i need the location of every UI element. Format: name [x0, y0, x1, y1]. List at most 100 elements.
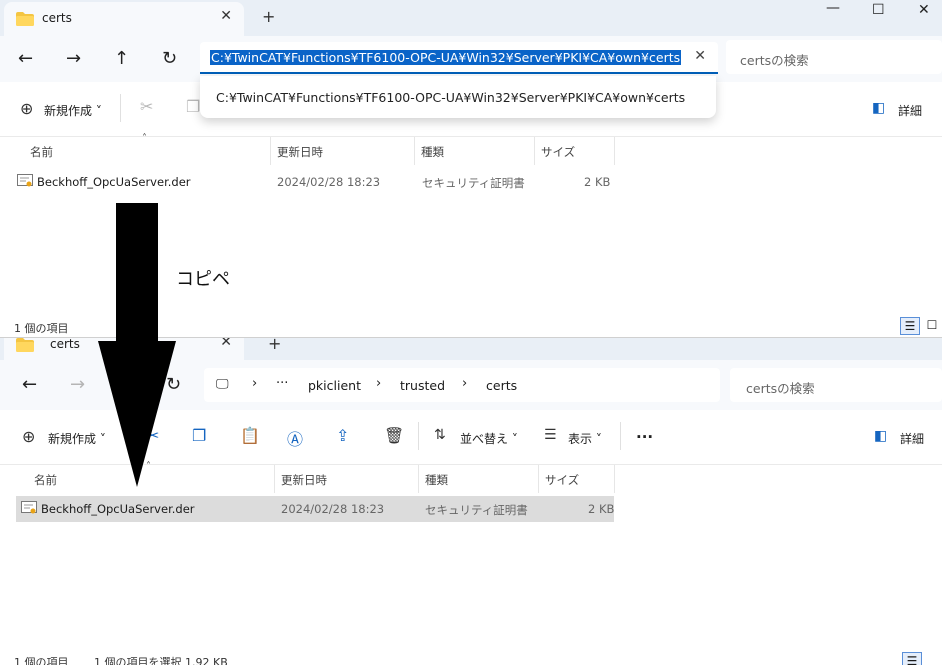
column-divider [534, 137, 535, 165]
file-type: セキュリティ証明書 [422, 176, 525, 190]
column-date[interactable]: 更新日時 [281, 472, 327, 488]
close-tab-icon[interactable]: ✕ [220, 336, 232, 350]
sort-button[interactable]: 並べ替え ˅ [460, 430, 518, 447]
details-button[interactable]: 詳細 [898, 102, 922, 119]
file-row[interactable]: Beckhoff_OpcUaServer.der 2024/02/28 18:2… [16, 496, 614, 522]
file-date: 2024/02/28 18:23 [277, 175, 381, 189]
certificate-file-icon [17, 174, 33, 187]
maximize-icon[interactable]: ☐ [872, 2, 885, 18]
breadcrumb-trusted[interactable]: trusted [400, 378, 445, 393]
details-pane-icon[interactable]: ◧ [874, 428, 887, 444]
status-count: 1 個の項目 [14, 656, 69, 665]
new-tab-icon[interactable]: + [262, 7, 275, 26]
close-tab-icon[interactable]: ✕ [220, 8, 232, 24]
address-input[interactable]: C:¥TwinCAT¥Functions¥TF6100-OPC-UA¥Win32… [200, 42, 718, 74]
address-value[interactable]: C:¥TwinCAT¥Functions¥TF6100-OPC-UA¥Win32… [210, 50, 682, 65]
chevron-right-icon[interactable]: › [376, 376, 381, 391]
rename-icon[interactable]: Ⓐ [287, 426, 303, 450]
view-label: 表示 [568, 432, 593, 446]
details-view-icon[interactable]: ☰ [900, 317, 920, 335]
title-bar: certs ✕ + — ☐ ✕ [0, 0, 942, 36]
column-type[interactable]: 種類 [425, 472, 448, 488]
file-name: Beckhoff_OpcUaServer.der [37, 175, 191, 189]
breadcrumb-more[interactable]: ··· [276, 376, 288, 391]
details-button[interactable]: 詳細 [900, 430, 924, 447]
refresh-icon[interactable]: ↻ [162, 48, 177, 69]
column-size[interactable]: サイズ [545, 472, 579, 488]
search-input[interactable]: certsの検索 [726, 40, 942, 74]
back-arrow-icon[interactable]: ← [22, 374, 37, 395]
new-label: 新規作成 [48, 432, 97, 446]
file-size: 2 KB [588, 502, 615, 516]
file-row[interactable]: Beckhoff_OpcUaServer.der 2024/02/28 18:2… [14, 169, 614, 195]
breadcrumb-certs[interactable]: certs [486, 378, 517, 393]
chevron-right-icon[interactable]: › [462, 376, 467, 391]
delete-icon[interactable]: 🗑 [384, 426, 404, 445]
column-header: 名前 ˄ 更新日時 種類 サイズ [0, 133, 942, 165]
new-button[interactable]: 新規作成 ˅ [44, 102, 102, 119]
paste-icon[interactable]: 📋 [240, 426, 260, 445]
plus-circle-icon[interactable]: ⊕ [22, 427, 35, 446]
search-placeholder: certsの検索 [740, 53, 809, 68]
view-icon[interactable]: ☰ [544, 427, 557, 443]
new-label: 新規作成 [44, 104, 93, 118]
file-name: Beckhoff_OpcUaServer.der [41, 502, 195, 516]
column-name[interactable]: 名前 [34, 472, 57, 488]
search-placeholder: certsの検索 [746, 381, 815, 396]
toolbar-divider [120, 94, 121, 122]
back-arrow-icon[interactable]: ← [18, 48, 33, 69]
clear-address-icon[interactable]: ✕ [694, 48, 706, 64]
sort-chevron-icon: ˄ [142, 133, 147, 144]
column-divider [414, 137, 415, 165]
view-button[interactable]: 表示 ˅ [568, 430, 602, 447]
toolbar-divider [418, 422, 419, 450]
details-pane-icon[interactable]: ◧ [872, 100, 885, 116]
certificate-file-icon [21, 501, 37, 514]
close-window-icon[interactable]: ✕ [918, 2, 930, 18]
copy-icon[interactable]: ❐ [186, 97, 200, 116]
new-tab-icon[interactable]: + [268, 336, 281, 353]
folder-icon [16, 12, 34, 26]
tiles-view-icon[interactable]: ☐ [922, 317, 942, 335]
tab-title: certs [42, 11, 72, 25]
minimize-icon[interactable]: — [826, 0, 840, 16]
folder-icon [16, 338, 34, 352]
status-count: 1 個の項目 [14, 322, 69, 335]
column-divider [270, 137, 271, 165]
sort-label: 並べ替え [460, 432, 509, 446]
column-date[interactable]: 更新日時 [277, 144, 323, 160]
tab-title: certs [50, 337, 80, 351]
sort-icon[interactable]: ⇅ [434, 427, 446, 443]
column-divider [614, 465, 615, 493]
breadcrumb-bar[interactable]: 🖵 › ··· pkiclient › trusted › certs [204, 368, 720, 402]
address-suggestion[interactable]: C:¥TwinCAT¥Functions¥TF6100-OPC-UA¥Win32… [200, 76, 716, 118]
details-view-icon[interactable]: ☰ [902, 652, 922, 665]
column-name[interactable]: 名前 [30, 144, 53, 160]
column-type[interactable]: 種類 [421, 144, 444, 160]
computer-icon[interactable]: 🖵 [216, 377, 229, 392]
column-divider [418, 465, 419, 493]
column-divider [538, 465, 539, 493]
file-size: 2 KB [584, 175, 611, 189]
more-options-button[interactable]: ··· [636, 428, 653, 446]
cut-icon[interactable]: ✂ [140, 97, 153, 116]
status-selected: 1 個の項目を選択 1.92 KB [94, 656, 228, 665]
file-type: セキュリティ証明書 [425, 503, 528, 517]
tab-certs[interactable]: certs ✕ [4, 2, 244, 36]
forward-arrow-icon[interactable]: → [66, 48, 81, 69]
copy-paste-note: コピペ [176, 269, 230, 290]
forward-arrow-icon[interactable]: → [70, 374, 85, 395]
plus-circle-icon[interactable]: ⊕ [20, 99, 33, 118]
copy-icon[interactable]: ❐ [192, 426, 206, 445]
share-icon[interactable]: ⇪ [336, 426, 349, 445]
down-arrow-annotation [98, 203, 176, 487]
up-arrow-icon[interactable]: ↑ [114, 48, 129, 69]
breadcrumb-pkiclient[interactable]: pkiclient [308, 378, 361, 393]
column-divider [274, 465, 275, 493]
search-input[interactable]: certsの検索 [730, 368, 942, 402]
chevron-right-icon[interactable]: › [252, 376, 257, 391]
suggestion-text[interactable]: C:¥TwinCAT¥Functions¥TF6100-OPC-UA¥Win32… [216, 90, 685, 105]
column-divider [614, 137, 615, 165]
toolbar-divider [620, 422, 621, 450]
column-size[interactable]: サイズ [541, 144, 575, 160]
